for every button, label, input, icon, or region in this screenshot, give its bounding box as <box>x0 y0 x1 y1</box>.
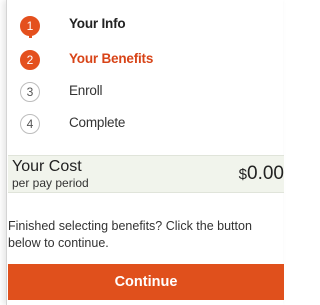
step-number-badge: 3 <box>20 82 40 102</box>
continue-button[interactable]: Continue <box>8 264 284 300</box>
enrollment-side-panel: 1 Your Info 2 Your Benefits 3 Enroll 4 C… <box>6 0 284 305</box>
currency-symbol: $ <box>238 166 248 183</box>
progress-steps: 1 Your Info 2 Your Benefits 3 Enroll 4 C… <box>7 0 284 150</box>
cost-title: Your Cost <box>12 158 82 175</box>
step-complete[interactable]: 4 Complete <box>7 104 284 134</box>
cost-amount: $0.00 <box>239 163 284 186</box>
cost-value: 0.00 <box>247 163 284 184</box>
cost-period: per pay period <box>12 176 89 190</box>
step-number-badge: 1 <box>20 16 40 36</box>
step-label: Your Info <box>69 16 126 31</box>
step-number-badge: 2 <box>20 50 40 70</box>
step-your-info[interactable]: 1 Your Info <box>7 8 284 38</box>
step-your-benefits[interactable]: 2 Your Benefits <box>7 40 284 70</box>
step-label: Your Benefits <box>69 51 154 66</box>
finished-instructions: Finished selecting benefits? Click the b… <box>8 219 252 250</box>
step-enroll[interactable]: 3 Enroll <box>7 72 284 102</box>
step-label: Enroll <box>69 83 103 98</box>
step-label: Complete <box>69 115 126 130</box>
your-cost-summary: Your Cost per pay period $0.00 <box>8 155 284 193</box>
step-number-badge: 4 <box>20 114 40 134</box>
